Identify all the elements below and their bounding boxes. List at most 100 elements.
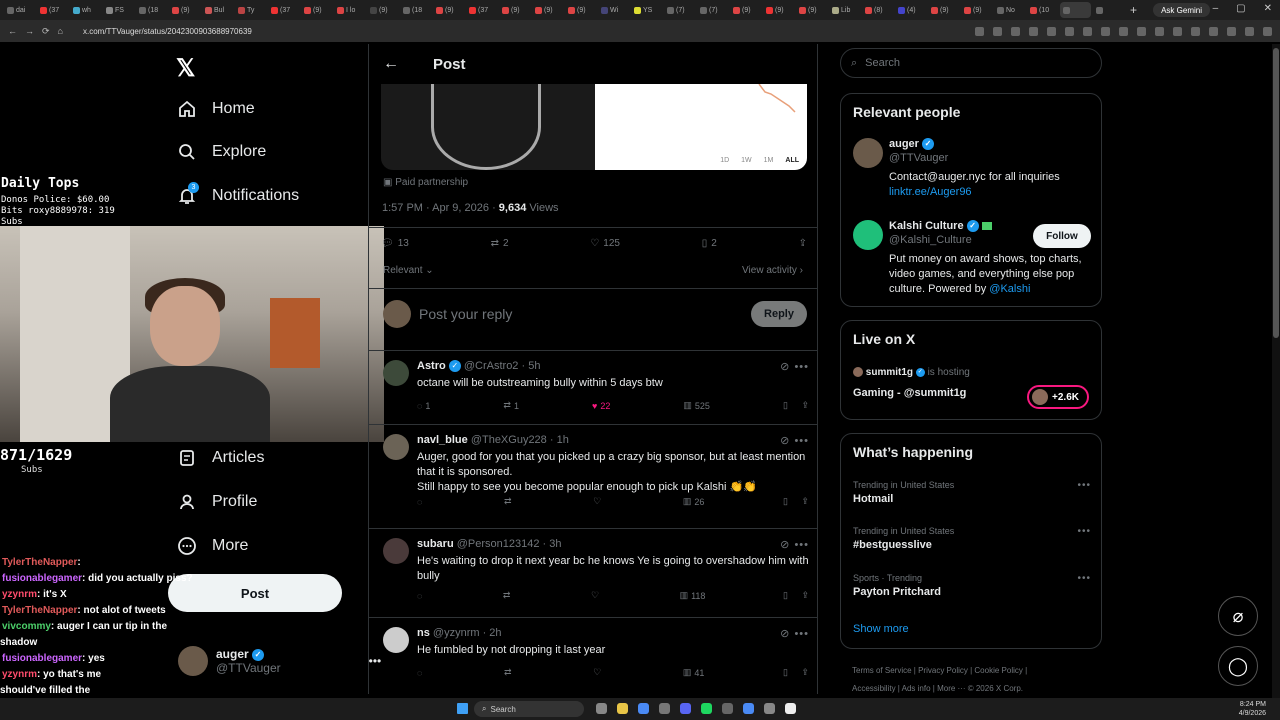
show-more-link[interactable]: Show more	[853, 623, 909, 635]
extension-icon[interactable]	[1191, 26, 1200, 36]
star-icon[interactable]	[1011, 26, 1020, 36]
avatar[interactable]	[383, 627, 409, 653]
reply-post[interactable]: subaru @Person123142 · 3h ⊘ ••• He's waiti…	[383, 538, 809, 618]
browser-tab[interactable]: Lib	[829, 2, 860, 18]
share-icon[interactable]: ⇪	[801, 667, 809, 678]
relevant-person[interactable]: auger ✓ @TTVauger Contact@auger.nyc for …	[853, 138, 1091, 208]
url-field[interactable]: x.com/TTVauger/status/204230090368897063…	[83, 27, 252, 36]
browser-tab[interactable]: Bul	[202, 2, 233, 18]
browser-tab[interactable]: (9)	[499, 2, 530, 18]
extension-icon[interactable]	[1119, 26, 1128, 36]
scrollbar[interactable]	[1272, 44, 1280, 700]
browser-tab[interactable]: FS	[103, 2, 134, 18]
reply-author[interactable]: Astro	[417, 360, 446, 372]
new-tab-icon[interactable]: +	[1130, 3, 1137, 17]
back-arrow-icon[interactable]: ←	[383, 55, 399, 73]
reply-author[interactable]: navl_blue	[417, 434, 468, 446]
extension-icon[interactable]	[1065, 26, 1074, 36]
chrome-icon[interactable]	[638, 703, 649, 714]
views-action[interactable]: ▥ 41	[683, 667, 705, 678]
bookmark-share[interactable]: ▯ ⇪	[783, 496, 809, 507]
extension-icon[interactable]	[1101, 26, 1110, 36]
browser-tab[interactable]: (9)	[433, 2, 464, 18]
repost-action[interactable]: ⇄ 2	[491, 238, 509, 249]
browser-tab[interactable]: No	[994, 2, 1025, 18]
avatar[interactable]	[383, 434, 409, 460]
folder-icon[interactable]	[617, 703, 628, 714]
browser-tab[interactable]	[1093, 2, 1124, 18]
extension-icon[interactable]	[1173, 26, 1182, 36]
discord-icon[interactable]	[680, 703, 691, 714]
reply-more-icon[interactable]: ⊘ •••	[780, 360, 809, 373]
extension-icon[interactable]	[1155, 26, 1164, 36]
app-icon[interactable]	[596, 703, 607, 714]
trend-item[interactable]: Trending in United States Hotmail •••	[853, 480, 1091, 505]
repost-action[interactable]: ⇄ 1	[503, 400, 519, 411]
browser-tab[interactable]: (37	[268, 2, 299, 18]
nav-explore[interactable]: Explore	[176, 141, 266, 163]
browser-tab[interactable]: I lo	[334, 2, 365, 18]
reply-post[interactable]: navl_blue @TheXGuy228 · 1h ⊘ ••• Auger, go…	[383, 434, 809, 514]
reply-more-icon[interactable]: ⊘ •••	[780, 627, 809, 640]
browser-tab[interactable]: wh	[70, 2, 101, 18]
footer-links[interactable]: Terms of Service | Privacy Policy | Cook…	[852, 666, 1027, 675]
app-icon[interactable]	[743, 703, 754, 714]
chart-range-option[interactable]: ALL	[785, 157, 799, 164]
taskbar-search[interactable]: ⌕ Search	[474, 701, 584, 717]
views-action[interactable]: ▥ 525	[683, 400, 710, 411]
view-activity-link[interactable]: View activity ›	[742, 265, 803, 276]
views-action[interactable]: ▥ 26	[683, 496, 705, 507]
zoom-icon[interactable]	[975, 26, 984, 36]
bookmark-icon[interactable]: ▯	[783, 496, 788, 507]
install-icon[interactable]	[993, 26, 1002, 36]
reply-post[interactable]: Astro ✓ @CrAstro2 · 5h ⊘ ••• octane will b…	[383, 360, 809, 440]
app-icon[interactable]	[785, 703, 796, 714]
spotify-icon[interactable]	[701, 703, 712, 714]
share-action[interactable]: ⇪	[799, 238, 807, 249]
forward-icon[interactable]: →	[25, 26, 34, 36]
nav-home[interactable]: Home	[176, 98, 255, 120]
menu-icon[interactable]	[1263, 26, 1272, 36]
repost-action[interactable]: ⇄	[504, 496, 515, 507]
trend-item[interactable]: Sports · Trending Payton Pritchard •••	[853, 573, 1091, 598]
browser-tab[interactable]: (37	[466, 2, 497, 18]
browser-tab[interactable]: (10	[1027, 2, 1058, 18]
bookmark-icon[interactable]: ▯	[783, 400, 788, 411]
like-action[interactable]: ♡	[593, 496, 604, 507]
bookmark-icon[interactable]: ▯	[783, 667, 788, 678]
repost-action[interactable]: ⇄	[504, 667, 515, 678]
app-icon[interactable]	[722, 703, 733, 714]
share-icon[interactable]: ⇪	[801, 400, 809, 411]
post-chart-image[interactable]: 1D 1W 1M ALL	[595, 84, 807, 170]
browser-tab[interactable]: (9)	[961, 2, 992, 18]
reply-action[interactable]: 💬︎ 13	[381, 238, 409, 249]
reply-sort-dropdown[interactable]: Relevant ⌄	[383, 265, 434, 276]
like-action[interactable]: ♥ 22	[592, 400, 610, 411]
messages-icon[interactable]: ◯	[1218, 646, 1258, 686]
like-action[interactable]: ♡	[591, 590, 602, 601]
nav-profile[interactable]: Profile	[176, 491, 257, 513]
browser-tab[interactable]	[1060, 2, 1091, 18]
browser-tab[interactable]: dai	[4, 2, 35, 18]
reply-action[interactable]: ◌	[417, 667, 425, 678]
browser-tab[interactable]: (9)	[532, 2, 563, 18]
browser-tab[interactable]: (7)	[664, 2, 695, 18]
live-space-title[interactable]: Gaming - @summit1g	[853, 387, 966, 399]
live-listeners-pill[interactable]: +2.6K	[1027, 385, 1089, 409]
browser-tab[interactable]: (8)	[862, 2, 893, 18]
reply-more-icon[interactable]: ⊘ •••	[780, 434, 809, 447]
app-icon[interactable]	[764, 703, 775, 714]
browser-tab[interactable]: (9)	[763, 2, 794, 18]
browser-tab[interactable]: Ty	[235, 2, 266, 18]
reply-input[interactable]: Post your reply	[419, 306, 743, 322]
bookmark-share[interactable]: ▯ ⇪	[783, 667, 809, 678]
avatar[interactable]	[383, 360, 409, 386]
bookmark-share[interactable]: ▯ ⇪	[783, 400, 809, 411]
more-options-icon[interactable]: •••	[1077, 573, 1091, 584]
post-image[interactable]	[381, 84, 595, 170]
person-link[interactable]: @Kalshi	[989, 283, 1030, 295]
profile-icon[interactable]	[1245, 26, 1254, 36]
nav-notifications[interactable]: 3 Notifications	[176, 182, 299, 207]
extension-icon[interactable]	[1209, 26, 1218, 36]
nav-articles[interactable]: Articles	[176, 447, 264, 469]
